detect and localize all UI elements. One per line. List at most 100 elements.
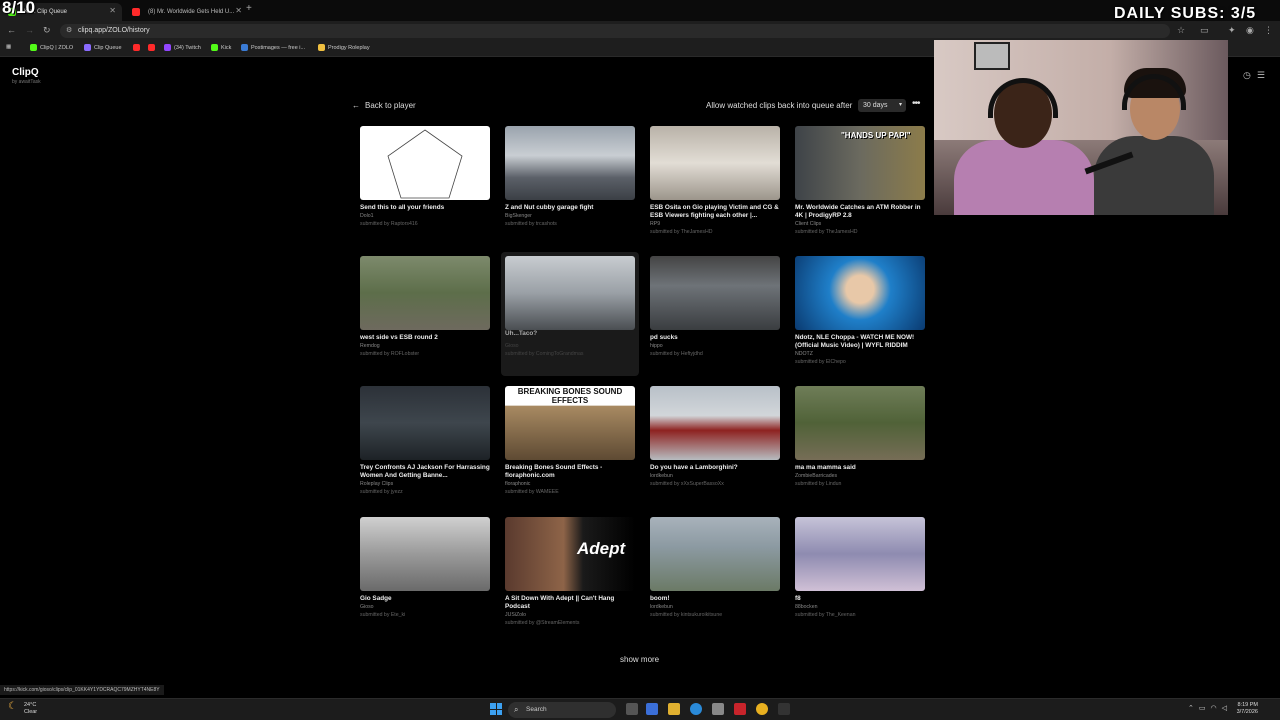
weather-widget[interactable]: ☾ 24°C Clear (8, 702, 37, 716)
streamer-right (1094, 136, 1214, 215)
site-info-icon[interactable]: ⚙ (66, 24, 72, 38)
clip-card[interactable]: west side vs ESB round 2 Remdog submitted … (360, 256, 490, 378)
clip-card[interactable]: pd sucks hippo submitted by Heftyjdhd (650, 256, 780, 378)
chrome-icon[interactable] (756, 703, 768, 715)
clip-thumbnail[interactable]: BREAKING BONES SOUND EFFECTS (505, 386, 635, 460)
clip-title[interactable]: west side vs ESB round 2 (360, 334, 490, 342)
clip-card[interactable]: Adept A Sit Down With Adept || Can't Hang… (505, 517, 635, 639)
clip-card[interactable]: Z and Nut cubby garage fight BigSkenger su… (505, 126, 635, 248)
clip-title[interactable]: ESB Osita on Gio playing Victim and CG &… (650, 204, 780, 220)
close-tab-icon[interactable]: ✕ (235, 6, 242, 15)
clip-title[interactable]: pd sucks (650, 334, 780, 342)
clip-title[interactable]: A Sit Down With Adept || Can't Hang Podc… (505, 595, 635, 611)
clip-thumbnail[interactable] (360, 386, 490, 460)
wifi-icon[interactable]: ◠ (1211, 704, 1217, 712)
adobe-icon[interactable] (734, 703, 746, 715)
bookmark-youtube-2[interactable] (148, 44, 155, 51)
clip-card[interactable]: Gio Sadge Gioso submitted by Ete_ki (360, 517, 490, 639)
clip-card[interactable]: ma ma mamma said ZombieBarricades submitte… (795, 386, 925, 508)
history-icon[interactable]: ◷ (1243, 70, 1251, 81)
copilot-icon[interactable] (646, 703, 658, 715)
capcut-icon[interactable] (778, 703, 790, 715)
task-view-icon[interactable] (626, 703, 638, 715)
clip-title[interactable]: Do you have a Lamborghini? (650, 464, 780, 472)
clip-thumbnail[interactable] (795, 386, 925, 460)
clip-title[interactable]: Trey Confronts AJ Jackson For Harrassing… (360, 464, 490, 480)
new-tab-button[interactable]: + (246, 3, 252, 14)
clip-title[interactable]: f8 (795, 595, 925, 603)
forward-arrow-icon[interactable]: → (25, 25, 34, 35)
close-tab-icon[interactable]: ✕ (109, 6, 116, 15)
more-options-icon[interactable]: ••• (912, 98, 920, 109)
clip-title[interactable]: Uh...Taco? (505, 330, 635, 338)
clip-thumbnail[interactable] (650, 386, 780, 460)
clip-card[interactable]: Trey Confronts AJ Jackson For Harrassing… (360, 386, 490, 508)
clip-thumbnail[interactable]: Adept (505, 517, 635, 591)
bookmark-clipq-zolo[interactable]: ClipQ | ZOLO (30, 44, 73, 51)
sidebar-icon[interactable]: ▭ (1200, 25, 1209, 36)
clip-card[interactable]: f8 88bocken submitted by The_Keenan (795, 517, 925, 639)
clip-thumbnail[interactable] (360, 256, 490, 330)
app-logo[interactable]: ClipQ (12, 67, 39, 78)
clip-title[interactable]: ma ma mamma said (795, 464, 925, 472)
show-more-button[interactable]: show more (620, 655, 659, 664)
clip-thumbnail[interactable] (505, 126, 635, 200)
clip-card[interactable]: Do you have a Lamborghini? lordkebun submi… (650, 386, 780, 508)
clip-title[interactable]: Z and Nut cubby garage fight (505, 204, 635, 212)
apps-grid-icon[interactable]: ▦ (6, 44, 11, 50)
bookmark-postimages[interactable]: Postimages — free i... (241, 44, 305, 51)
clip-title[interactable]: boom! (650, 595, 780, 603)
bookmark-twitch[interactable]: (34) Twitch (164, 44, 201, 51)
bookmark-youtube-1[interactable] (133, 44, 140, 51)
clip-author: NDOTZ (795, 351, 813, 357)
bookmark-prodigy[interactable]: Prodigy Roleplay (318, 44, 370, 51)
daily-subs-overlay: DAILY SUBS: 3/5 (1114, 5, 1257, 22)
chevron-up-icon[interactable]: ⌃ (1188, 704, 1194, 712)
edge-icon[interactable] (690, 703, 702, 715)
clip-author: lordkebun (650, 473, 673, 479)
clip-title[interactable]: Breaking Bones Sound Effects - floraphon… (505, 464, 635, 480)
url-input[interactable]: ⚙ clipq.app/ZOLO/history (60, 24, 1170, 38)
clip-card[interactable]: Send this to all your friends Dolo1 submit… (360, 126, 490, 248)
store-icon[interactable] (712, 703, 724, 715)
clip-card[interactable]: boom! lordkebun submitted by kintsukuroiki… (650, 517, 780, 639)
clip-title[interactable]: Mr. Worldwide Catches an ATM Robber in 4… (795, 204, 925, 220)
settings-sliders-icon[interactable]: ☰ (1257, 70, 1265, 81)
bookmark-star-icon[interactable]: ☆ (1177, 25, 1185, 36)
file-explorer-icon[interactable] (668, 703, 680, 715)
profile-icon[interactable]: ◉ (1246, 25, 1254, 36)
back-to-player-link[interactable]: ← Back to player (352, 101, 416, 110)
clip-card[interactable]: BREAKING BONES SOUND EFFECTS Breaking Bon… (505, 386, 635, 508)
clip-card[interactable]: ESB Osita on Gio playing Victim and CG &… (650, 126, 780, 248)
chevron-down-icon: ▾ (898, 102, 902, 108)
clip-thumbnail[interactable] (650, 126, 780, 200)
extensions-icon[interactable]: ✦ (1228, 25, 1236, 36)
volume-icon[interactable]: ◁ (1222, 704, 1227, 712)
menu-icon[interactable]: ⋮ (1264, 25, 1273, 36)
clip-thumbnail[interactable] (650, 517, 780, 591)
clip-card[interactable]: Uh...Taco? Gioso submitted by ComingToGran… (501, 252, 639, 376)
clip-card[interactable]: Ndotz, NLE Choppa - WATCH ME NOW! (Offic… (795, 256, 925, 378)
clip-card[interactable]: "HANDS UP PAPI" Mr. Worldwide Catches an … (795, 126, 925, 248)
tab-youtube-video[interactable]: (8) Mr. Worldwide Gets Held U... ✕ (124, 3, 248, 21)
taskbar-search[interactable]: ⌕ Search (508, 702, 616, 718)
clip-title[interactable]: Send this to all your friends (360, 204, 490, 212)
clip-title[interactable]: Gio Sadge (360, 595, 490, 603)
bookmark-clip-queue[interactable]: Clip Queue (84, 44, 122, 51)
clip-title[interactable]: Ndotz, NLE Choppa - WATCH ME NOW! (Offic… (795, 334, 925, 350)
clip-thumbnail[interactable] (795, 256, 925, 330)
display-icon[interactable]: ▭ (1199, 704, 1206, 712)
requeue-days-select[interactable]: 30 days ▾ (858, 99, 906, 112)
clip-thumbnail[interactable] (795, 517, 925, 591)
clip-thumbnail[interactable] (505, 256, 635, 330)
clip-thumbnail[interactable] (360, 517, 490, 591)
clip-submitter: submitted by kintsukuroikitsune (650, 612, 723, 618)
clip-thumbnail[interactable] (360, 126, 490, 200)
reload-icon[interactable]: ↻ (43, 25, 51, 36)
back-arrow-icon[interactable]: ← (7, 25, 16, 35)
windows-start-icon[interactable] (490, 703, 502, 715)
clip-thumbnail[interactable] (650, 256, 780, 330)
bookmark-kick[interactable]: Kick (211, 44, 231, 51)
taskbar-clock[interactable]: 8:19 PM 3/7/2026 (1232, 702, 1258, 716)
clip-thumbnail[interactable]: "HANDS UP PAPI" (795, 126, 925, 200)
